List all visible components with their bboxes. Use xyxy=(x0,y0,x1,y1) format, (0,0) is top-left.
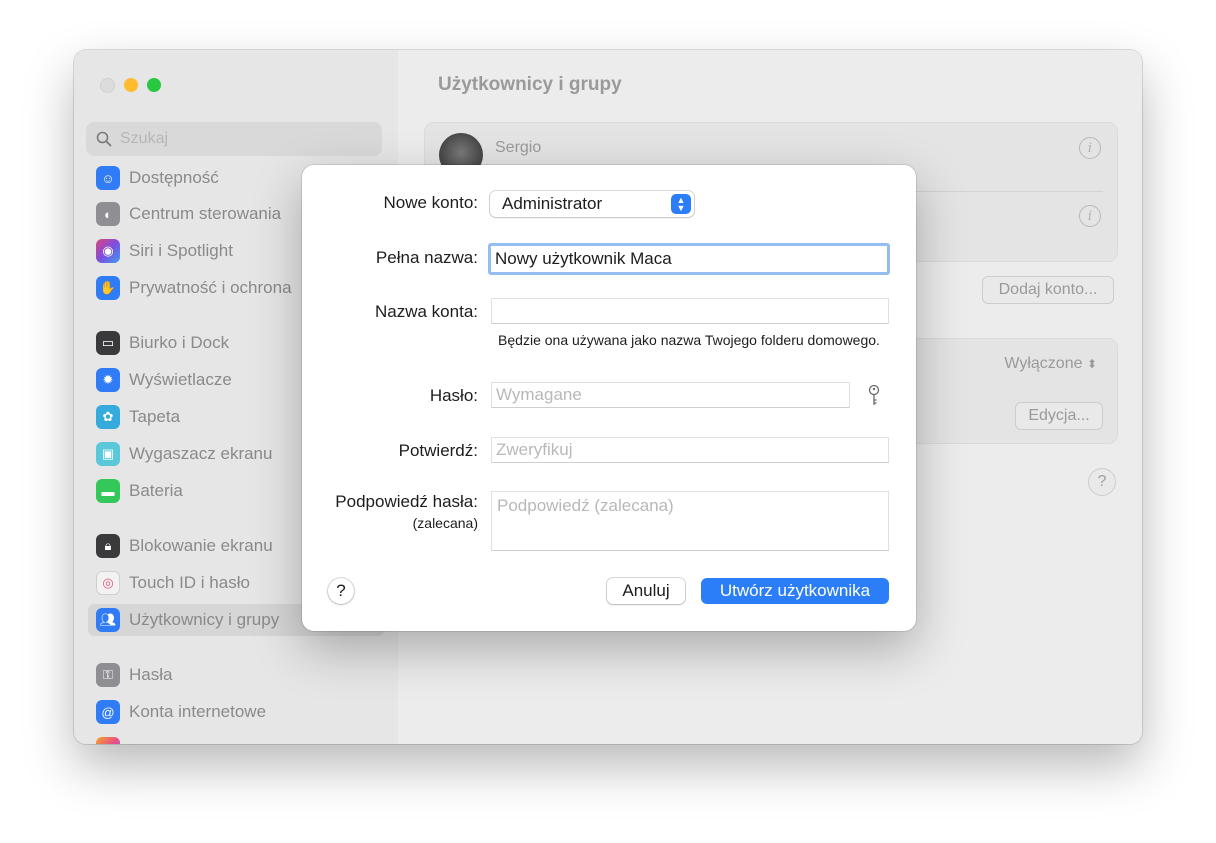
account-name-note: Będzie ona używana jako nazwa Twojego fo… xyxy=(498,332,880,348)
sun-icon: ✹ xyxy=(96,368,120,392)
sidebar-item-label: Hasła xyxy=(129,665,173,684)
full-name-value: Nowy użytkownik Maca xyxy=(495,249,672,268)
search-icon xyxy=(96,131,112,147)
updown-chevron-icon: ⬍ xyxy=(1086,357,1097,371)
account-type-value: Administrator xyxy=(502,194,603,213)
sidebar-item-label: Użytkownicy i grupy xyxy=(129,610,280,629)
at-icon: @ xyxy=(96,700,120,724)
sidebar-item-label: Blokowanie ekranu xyxy=(129,536,273,555)
new-account-dialog: Nowe konto: Administrator ▲ ▼ Pełna nazwa… xyxy=(302,165,916,631)
siri-icon: ◉ xyxy=(96,239,120,263)
new-account-label: Nowe konto: xyxy=(383,193,479,212)
battery-icon: ▬ xyxy=(96,479,120,503)
verify-label: Potwierdź: xyxy=(398,441,478,460)
sidebar-item-partial[interactable] xyxy=(88,733,384,744)
sidebar-item-label: Wygaszacz ekranu xyxy=(129,444,273,463)
sidebar-item-label: Wyświetlacze xyxy=(129,370,232,389)
info-icon[interactable]: i xyxy=(1079,205,1101,227)
sidebar-item-passwords[interactable]: ⚿ Hasła xyxy=(88,659,384,691)
accessibility-icon: ☺ xyxy=(96,166,120,190)
hand-icon: ✋ xyxy=(96,276,120,300)
fingerprint-icon: ◎ xyxy=(96,571,120,595)
minimize-window-button[interactable] xyxy=(124,78,138,92)
auto-login-value: Wyłączone xyxy=(1004,355,1083,372)
full-name-field[interactable]: Nowy użytkownik Maca xyxy=(488,243,890,275)
add-account-button[interactable]: Dodaj konto... xyxy=(982,276,1114,304)
sidebar-item-label: Centrum sterowania xyxy=(129,204,282,223)
sidebar-item-label: Prywatność i ochrona xyxy=(129,278,292,297)
page-title: Użytkownicy i grupy xyxy=(438,74,622,95)
hint-field[interactable]: Podpowiedź (zalecana) xyxy=(491,491,889,551)
user-name: Sergio xyxy=(495,139,542,156)
edit-button[interactable]: Edycja... xyxy=(1015,402,1103,430)
password-placeholder: Wymagane xyxy=(496,385,582,404)
toggles-icon: ◐ xyxy=(96,202,120,226)
users-icon: 👥︎ xyxy=(96,608,120,632)
cancel-button[interactable]: Anuluj xyxy=(607,578,685,604)
create-user-button[interactable]: Utwórz użytkownika xyxy=(701,578,889,604)
info-icon[interactable]: i xyxy=(1079,137,1101,159)
full-name-label: Pełna nazwa: xyxy=(375,248,478,267)
verify-placeholder: Zweryfikuj xyxy=(496,440,573,459)
account-type-select[interactable]: Administrator ▲ ▼ xyxy=(490,191,694,217)
password-assistant-key-icon[interactable] xyxy=(866,384,882,408)
sidebar-item-label: Biurko i Dock xyxy=(129,333,230,352)
sidebar-item-label: Touch ID i hasło xyxy=(129,573,250,592)
window-controls xyxy=(100,78,161,93)
auto-login-select[interactable]: Wyłączone ⬍ xyxy=(1004,355,1097,373)
sidebar-item-internet-accounts[interactable]: @ Konta internetowe xyxy=(88,696,384,728)
sidebar-item-label: Konta internetowe xyxy=(129,702,267,721)
dock-icon: ▭ xyxy=(96,331,120,355)
close-window-button[interactable] xyxy=(100,78,115,93)
screensaver-icon: ▣ xyxy=(96,442,120,466)
search-placeholder: Szukaj xyxy=(120,130,169,147)
sidebar-item-label: Siri i Spotlight xyxy=(129,241,233,260)
sidebar-item-label: Dostępność xyxy=(129,168,219,187)
search-field[interactable]: Szukaj xyxy=(86,122,382,156)
password-label: Hasło: xyxy=(429,386,478,405)
lock-icon: 🔒︎ xyxy=(96,534,120,558)
hint-placeholder: Podpowiedź (zalecana) xyxy=(497,496,674,515)
hint-sublabel: (zalecana) xyxy=(412,515,478,531)
updown-chevron-icon: ▲ ▼ xyxy=(671,194,691,214)
account-name-field[interactable] xyxy=(491,298,889,324)
sidebar-item-label: Tapeta xyxy=(129,407,181,426)
flower-icon: ✿ xyxy=(96,405,120,429)
hint-label: Podpowiedź hasła: xyxy=(335,492,478,511)
sidebar-item-label: Bateria xyxy=(129,481,183,500)
game-center-icon xyxy=(96,737,120,744)
password-field[interactable]: Wymagane xyxy=(491,382,850,408)
account-name-label: Nazwa konta: xyxy=(375,302,478,321)
verify-field[interactable]: Zweryfikuj xyxy=(491,437,889,463)
help-button-background[interactable]: ? xyxy=(1088,468,1116,496)
key-icon: ⚿ xyxy=(96,663,120,687)
zoom-window-button[interactable] xyxy=(147,78,161,92)
help-button[interactable]: ? xyxy=(328,578,354,604)
